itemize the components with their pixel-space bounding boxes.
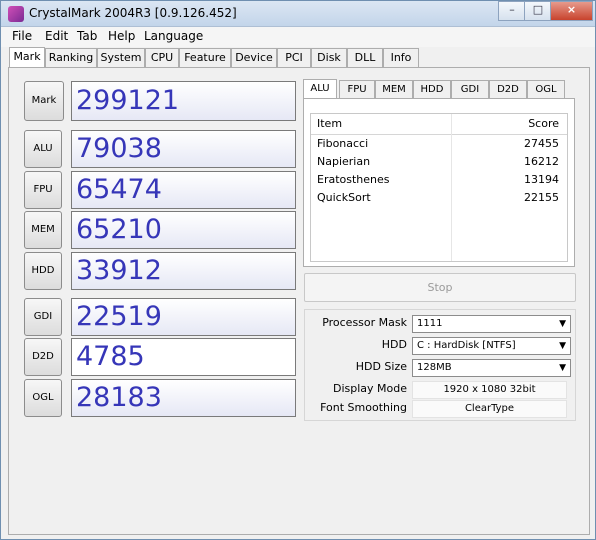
- column-score[interactable]: Score: [528, 117, 559, 130]
- gdi-button[interactable]: GDI: [24, 298, 62, 336]
- table-header: Item Score: [311, 114, 567, 135]
- row-item: Fibonacci: [317, 137, 369, 150]
- processor-mask-label: Processor Mask: [322, 316, 407, 329]
- mark-panel: Mark 299121 ALU 79038 FPU 65474 MEM 6521…: [8, 67, 590, 535]
- hdd-value: C : HardDisk [NTFS]: [417, 340, 516, 351]
- tab-disk[interactable]: Disk: [311, 48, 347, 67]
- hdd-size-select[interactable]: 128MB ▼: [412, 359, 571, 377]
- menu-file[interactable]: File: [12, 29, 32, 43]
- row-item: Napierian: [317, 155, 371, 168]
- table-row[interactable]: Napierian 16212: [311, 153, 567, 171]
- chevron-down-icon: ▼: [559, 341, 566, 351]
- subtab-d2d[interactable]: D2D: [489, 80, 527, 98]
- column-item[interactable]: Item: [317, 117, 342, 130]
- ogl-button[interactable]: OGL: [24, 379, 62, 417]
- table-row[interactable]: Fibonacci 27455: [311, 135, 567, 153]
- fpu-button[interactable]: FPU: [24, 171, 62, 209]
- title-bar[interactable]: CrystalMark 2004R3 [0.9.126.452] – □ ×: [1, 1, 595, 27]
- processor-mask-value: 1111: [417, 318, 443, 329]
- stop-button[interactable]: Stop: [304, 273, 576, 302]
- menu-edit[interactable]: Edit: [45, 29, 68, 43]
- settings-panel: Processor Mask 1111 ▼ HDD C : HardDisk […: [304, 309, 576, 421]
- app-icon: [8, 6, 24, 22]
- app-window: CrystalMark 2004R3 [0.9.126.452] – □ × F…: [0, 0, 596, 540]
- d2d-score: 4785: [71, 338, 296, 376]
- tab-dll[interactable]: DLL: [347, 48, 383, 67]
- tab-system[interactable]: System: [97, 48, 145, 67]
- processor-mask-select[interactable]: 1111 ▼: [412, 315, 571, 333]
- subtab-mem[interactable]: MEM: [375, 80, 413, 98]
- tab-info[interactable]: Info: [383, 48, 419, 67]
- row-score: 16212: [524, 155, 559, 168]
- tab-feature[interactable]: Feature: [179, 48, 231, 67]
- menu-language[interactable]: Language: [144, 29, 203, 43]
- table-row[interactable]: QuickSort 22155: [311, 189, 567, 207]
- font-smoothing-value: ClearType: [412, 400, 567, 418]
- mark-button[interactable]: Mark: [24, 81, 64, 121]
- display-mode-value: 1920 x 1080 32bit: [412, 381, 567, 399]
- subtab-gdi[interactable]: GDI: [451, 80, 489, 98]
- row-score: 13194: [524, 173, 559, 186]
- table-row[interactable]: Eratosthenes 13194: [311, 171, 567, 189]
- fpu-score: 65474: [71, 171, 296, 209]
- results-table: Item Score Fibonacci 27455 Napierian 162…: [310, 113, 568, 262]
- hdd-size-value: 128MB: [417, 362, 452, 373]
- minimize-icon[interactable]: –: [498, 1, 526, 21]
- mark-score: 299121: [71, 81, 296, 121]
- hdd-button[interactable]: HDD: [24, 252, 62, 290]
- row-score: 27455: [524, 137, 559, 150]
- window-title: CrystalMark 2004R3 [0.9.126.452]: [29, 6, 237, 20]
- display-mode-label: Display Mode: [332, 382, 407, 395]
- mem-score: 65210: [71, 211, 296, 249]
- tab-pci[interactable]: PCI: [277, 48, 311, 67]
- subtab-alu[interactable]: ALU: [303, 79, 337, 99]
- d2d-button[interactable]: D2D: [24, 338, 62, 376]
- tab-device[interactable]: Device: [231, 48, 277, 67]
- subtab-fpu[interactable]: FPU: [339, 80, 375, 98]
- maximize-icon[interactable]: □: [524, 1, 552, 21]
- row-score: 22155: [524, 191, 559, 204]
- tab-cpu[interactable]: CPU: [145, 48, 179, 67]
- hdd-label: HDD: [381, 338, 407, 351]
- tab-ranking[interactable]: Ranking: [45, 48, 97, 67]
- gdi-score: 22519: [71, 298, 296, 336]
- row-item: QuickSort: [317, 191, 371, 204]
- menu-bar: File Edit Tab Help Language: [1, 27, 595, 47]
- menu-help[interactable]: Help: [108, 29, 135, 43]
- alu-score: 79038: [71, 130, 296, 168]
- font-smoothing-label: Font Smoothing: [320, 401, 407, 414]
- hdd-size-label: HDD Size: [355, 360, 407, 373]
- hdd-select[interactable]: C : HardDisk [NTFS] ▼: [412, 337, 571, 355]
- close-icon[interactable]: ×: [550, 1, 593, 21]
- alu-button[interactable]: ALU: [24, 130, 62, 168]
- subtab-hdd[interactable]: HDD: [413, 80, 451, 98]
- detail-panel: Item Score Fibonacci 27455 Napierian 162…: [303, 98, 575, 267]
- chevron-down-icon: ▼: [559, 363, 566, 373]
- hdd-score: 33912: [71, 252, 296, 290]
- mem-button[interactable]: MEM: [24, 211, 62, 249]
- row-item: Eratosthenes: [317, 173, 390, 186]
- menu-tab[interactable]: Tab: [77, 29, 97, 43]
- chevron-down-icon: ▼: [559, 319, 566, 329]
- subtab-ogl[interactable]: OGL: [527, 80, 565, 98]
- ogl-score: 28183: [71, 379, 296, 417]
- tab-mark[interactable]: Mark: [9, 47, 45, 68]
